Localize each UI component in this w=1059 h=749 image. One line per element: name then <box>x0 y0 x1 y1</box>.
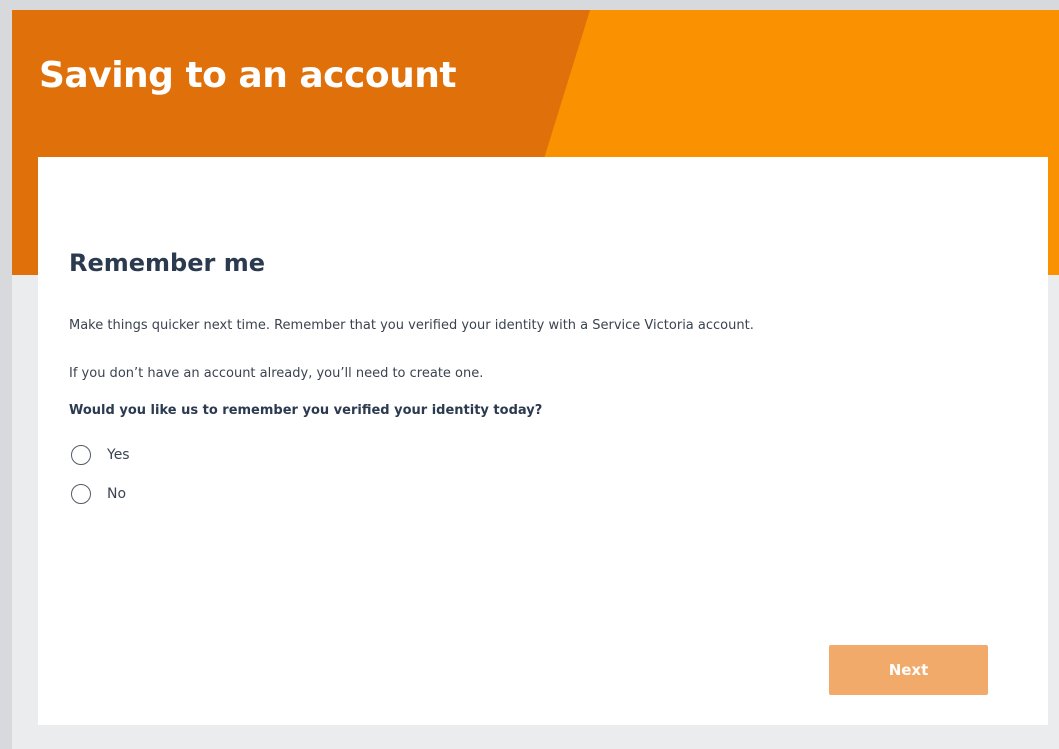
page-frame: Saving to an account Remember me Make th… <box>12 10 1059 749</box>
page-title: Saving to an account <box>39 55 457 96</box>
radio-option-yes[interactable]: Yes <box>71 445 130 465</box>
remember-question: Would you like us to remember you verifi… <box>69 403 543 418</box>
form-card: Remember me Make things quicker next tim… <box>38 157 1048 725</box>
radio-option-no[interactable]: No <box>71 484 126 504</box>
intro-paragraph: Make things quicker next time. Remember … <box>69 318 754 333</box>
radio-yes-label: Yes <box>107 447 130 463</box>
radio-yes[interactable] <box>71 445 91 465</box>
section-heading: Remember me <box>69 249 265 277</box>
account-info-paragraph: If you don’t have an account already, yo… <box>69 366 484 381</box>
radio-no[interactable] <box>71 484 91 504</box>
next-button[interactable]: Next <box>829 645 988 695</box>
radio-no-label: No <box>107 486 127 502</box>
